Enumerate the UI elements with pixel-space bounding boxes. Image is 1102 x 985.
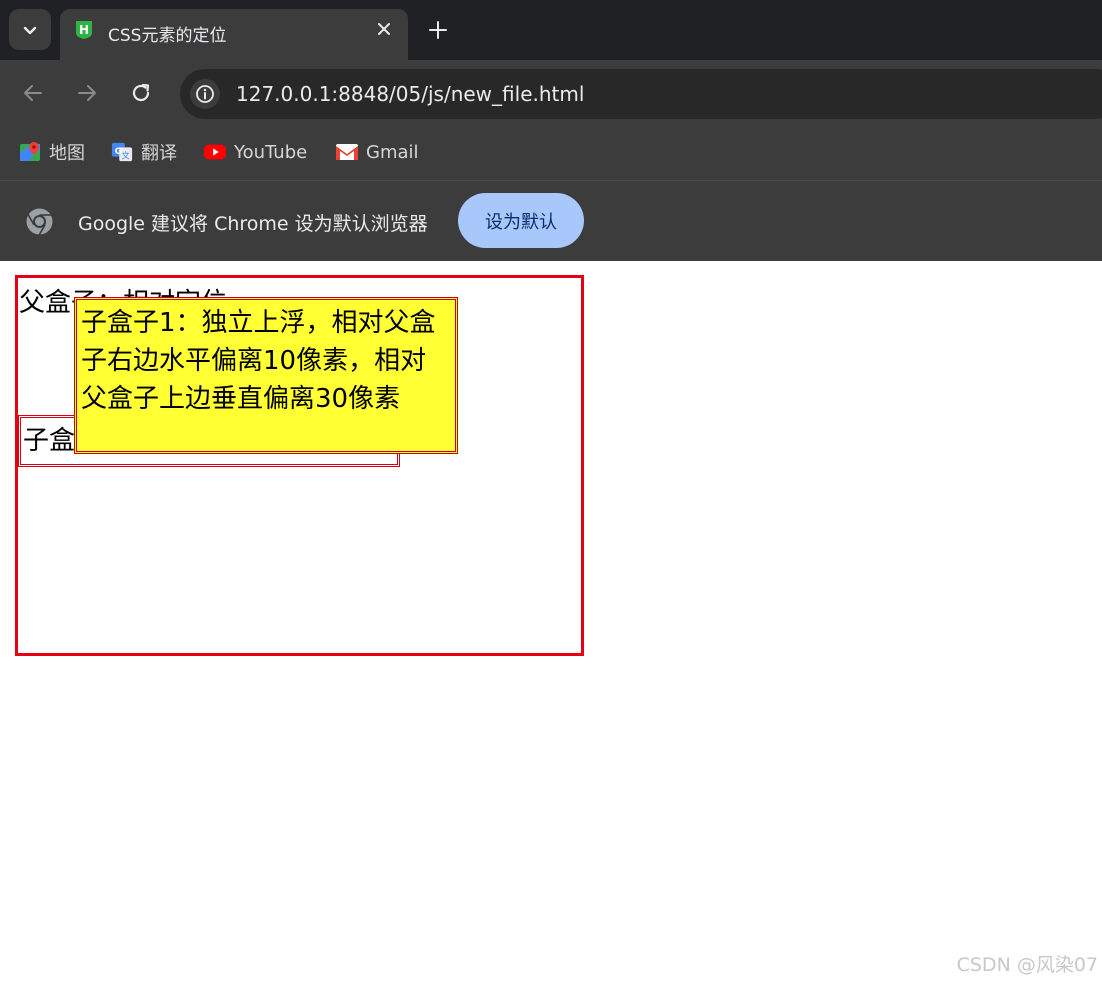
maps-icon: [19, 141, 41, 163]
gmail-icon: [336, 141, 358, 163]
tab-search-button[interactable]: [9, 9, 51, 50]
close-icon: [378, 23, 390, 35]
bookmark-gmail[interactable]: Gmail: [336, 139, 419, 165]
csdn-watermark: CSDN @风染07: [956, 954, 1098, 976]
chrome-icon: [26, 208, 53, 236]
parent-box: 父盒子：相对定位 子盒子2 子盒子1：独立上浮，相对父盒子右边水平偏离10像素，…: [15, 275, 584, 656]
default-browser-infobar: Google 建议将 Chrome 设为默认浏览器 设为默认: [0, 181, 1102, 261]
bookmark-maps[interactable]: 地图: [19, 139, 85, 165]
bookmark-label: YouTube: [234, 141, 308, 163]
tab-title: CSS元素的定位: [108, 26, 227, 46]
page-content: 父盒子：相对定位 子盒子2 子盒子1：独立上浮，相对父盒子右边水平偏离10像素，…: [0, 261, 1102, 985]
child-box-1: 子盒子1：独立上浮，相对父盒子右边水平偏离10像素，相对父盒子上边垂直偏离30像…: [74, 297, 458, 454]
tab-close-button[interactable]: [374, 19, 394, 39]
address-bar[interactable]: 127.0.0.1:8848/05/js/new_file.html: [180, 69, 1102, 119]
site-info-button[interactable]: [190, 79, 220, 109]
browser-toolbar: 127.0.0.1:8848/05/js/new_file.html: [0, 60, 1102, 126]
set-default-button[interactable]: 设为默认: [458, 193, 584, 248]
tab-css-positioning[interactable]: H CSS元素的定位: [60, 9, 408, 60]
bookmark-label: 翻译: [141, 143, 177, 164]
reload-icon: [132, 83, 150, 102]
hbuilder-icon: H: [76, 21, 92, 39]
url-text: 127.0.0.1:8848/05/js/new_file.html: [236, 82, 585, 106]
forward-button[interactable]: [73, 79, 101, 107]
translate-icon: G 文: [111, 141, 133, 163]
svg-text:H: H: [79, 23, 89, 37]
tab-strip: H CSS元素的定位: [0, 0, 1102, 60]
chevron-down-icon: [23, 26, 37, 34]
bookmark-youtube[interactable]: YouTube: [204, 139, 307, 165]
new-tab-button[interactable]: [424, 16, 452, 44]
plus-icon: [429, 21, 447, 39]
arrow-left-icon: [24, 85, 42, 101]
info-icon: [196, 85, 214, 103]
youtube-icon: [204, 141, 226, 163]
bookmark-translate[interactable]: G 文 翻译: [111, 139, 177, 165]
child-box-1-label: 子盒子1：独立上浮，相对父盒子右边水平偏离10像素，相对父盒子上边垂直偏离30像…: [81, 308, 436, 414]
bookmark-label: 地图: [49, 143, 85, 164]
svg-text:文: 文: [122, 150, 130, 160]
reload-button[interactable]: [127, 79, 155, 107]
bookmarks-bar: 地图 G 文 翻译 YouTube Gmail: [0, 126, 1102, 181]
bookmark-label: Gmail: [366, 141, 419, 163]
arrow-right-icon: [78, 85, 96, 101]
infobar-message: Google 建议将 Chrome 设为默认浏览器: [78, 213, 428, 235]
back-button[interactable]: [19, 79, 47, 107]
